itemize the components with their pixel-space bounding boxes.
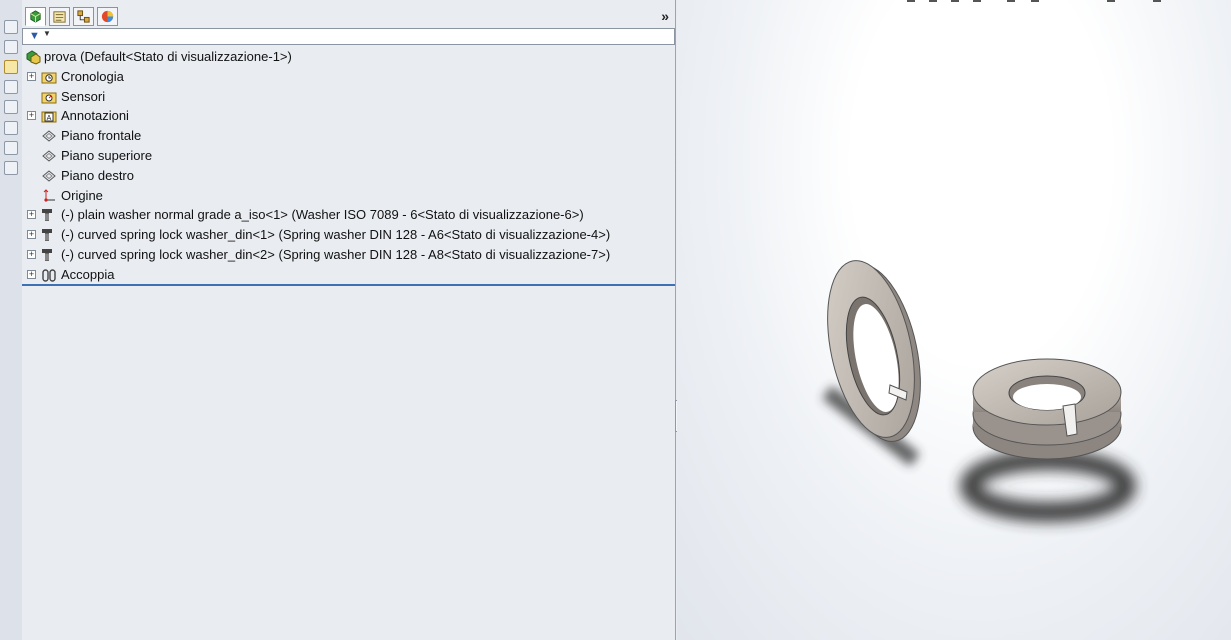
tree-item-label: Piano frontale (61, 128, 142, 144)
configuration-manager-tab[interactable] (73, 7, 94, 26)
property-manager-icon (53, 11, 66, 23)
feature-manager-panel: » ▼ ▼ prova (Default<Stato di visualizza… (22, 0, 676, 640)
tree-item-component[interactable]: + (-) curved spring lock washer_din<2> (… (22, 245, 675, 265)
tree-item-label: Accoppia (61, 266, 115, 282)
svg-text:A: A (47, 115, 52, 122)
tree-item-mates[interactable]: + Accoppia (22, 265, 675, 285)
more-tabs-button[interactable]: » (661, 7, 669, 25)
tree-item-label: Annotazioni (61, 108, 129, 124)
property-manager-tab[interactable] (49, 7, 70, 26)
stacked-washers (972, 358, 1122, 460)
expand-icon[interactable]: + (27, 111, 36, 121)
expand-icon[interactable]: + (27, 269, 36, 279)
tree-item-origin[interactable]: Origine (22, 186, 675, 206)
assembly-icon (26, 50, 41, 65)
tree-item-label: Origine (61, 187, 103, 203)
history-folder-icon (41, 72, 57, 84)
strip-tool-icon[interactable] (4, 40, 18, 54)
tree-filter-input[interactable]: ▼ ▼ (22, 28, 675, 45)
expand-icon[interactable]: + (27, 249, 36, 259)
display-manager-tab[interactable] (97, 7, 118, 26)
tree-item-label: (-) curved spring lock washer_din<2> (Sp… (61, 246, 611, 262)
expand-icon[interactable]: + (27, 71, 36, 81)
tree-item-label: Sensori (61, 88, 106, 104)
tree-item-label: (-) curved spring lock washer_din<1> (Sp… (61, 227, 611, 243)
feature-tree: prova (Default<Stato di visualizzazione-… (22, 47, 675, 285)
tree-item-label: prova (Default<Stato di visualizzazione-… (44, 49, 292, 64)
tree-item-right-plane[interactable]: Piano destro (22, 166, 675, 186)
toolbox-part-icon (42, 229, 52, 242)
plane-icon (42, 170, 56, 182)
tree-item-component[interactable]: + (-) plain washer normal grade a_iso<1>… (22, 205, 675, 225)
expand-icon[interactable]: + (27, 210, 36, 220)
tree-item-label: Piano superiore (61, 147, 153, 163)
tree-item-sensors[interactable]: Sensori (22, 87, 675, 107)
strip-tool-icon[interactable] (4, 80, 18, 94)
annotation-folder-icon: A (41, 111, 57, 123)
strip-tool-icon[interactable] (4, 161, 18, 175)
feature-manager-tabs: » (22, 4, 675, 28)
configuration-manager-icon (77, 10, 90, 23)
filter-icon[interactable]: ▼ (29, 30, 40, 42)
rollback-bar[interactable] (22, 284, 675, 286)
expand-icon[interactable]: + (27, 230, 36, 240)
strip-tool-icon[interactable] (4, 100, 18, 114)
plane-icon (42, 150, 56, 162)
plane-icon (42, 130, 56, 142)
toolbox-part-icon (42, 248, 52, 261)
feature-tree-icon (30, 10, 41, 23)
washer-shadow (960, 450, 1136, 522)
tree-item-component[interactable]: + (-) curved spring lock washer_din<1> (… (22, 225, 675, 245)
standing-spring-washer (827, 260, 921, 442)
origin-icon (43, 188, 55, 202)
model-view (822, 260, 1136, 522)
task-pane-strip (0, 0, 23, 640)
tree-item-root[interactable]: prova (Default<Stato di visualizzazione-… (22, 47, 675, 67)
tree-item-label: (-) plain washer normal grade a_iso<1> (… (61, 207, 584, 223)
toolbox-part-icon (42, 209, 52, 222)
tree-item-top-plane[interactable]: Piano superiore (22, 146, 675, 166)
feature-tree-tab[interactable] (25, 7, 46, 26)
tree-item-history[interactable]: + Cronologia (22, 67, 675, 87)
display-manager-icon (101, 10, 114, 23)
graphics-area[interactable] (677, 0, 1231, 640)
sensor-folder-icon (41, 92, 57, 104)
strip-tool-icon[interactable] (4, 20, 18, 34)
strip-tool-icon[interactable] (4, 121, 18, 135)
mates-icon (42, 269, 56, 282)
strip-tool-icon[interactable] (4, 60, 18, 74)
chevron-down-icon[interactable]: ▼ (43, 29, 51, 38)
tree-item-front-plane[interactable]: Piano frontale (22, 126, 675, 146)
tree-item-annotations[interactable]: + A Annotazioni (22, 106, 675, 126)
tree-item-label: Cronologia (61, 68, 124, 84)
strip-tool-icon[interactable] (4, 141, 18, 155)
tree-item-label: Piano destro (61, 167, 134, 183)
